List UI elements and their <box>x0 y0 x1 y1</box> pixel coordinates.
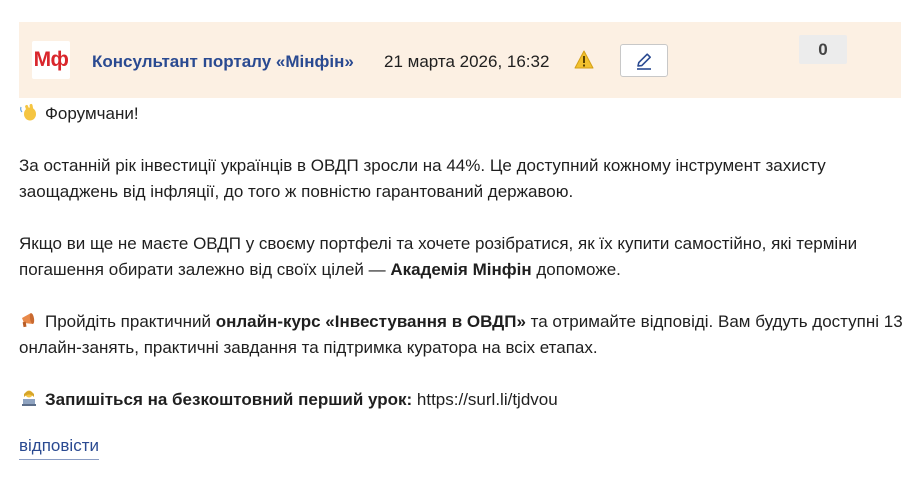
logo-text: Мф <box>33 48 69 71</box>
megaphone-icon <box>22 313 35 328</box>
author-name-link[interactable]: Консультант порталу «Мінфін» <box>92 52 354 72</box>
paragraph-2-end: допоможе. <box>531 260 621 279</box>
paragraph-3: Пройдіть практичний онлайн-курс «Інвесту… <box>19 309 904 361</box>
greeting-text: Форумчани! <box>45 104 139 123</box>
author-avatar[interactable]: Мф <box>32 41 70 79</box>
edit-button[interactable] <box>620 44 668 77</box>
paragraph-2: Якщо ви ще не маєте ОВДП у своєму портфе… <box>19 231 904 283</box>
academy-name: Академія Мінфін <box>390 260 532 279</box>
post-score: 0 <box>799 35 847 64</box>
post-header: Мф Консультант порталу «Мінфін» 21 марта… <box>19 22 901 98</box>
pencil-icon <box>637 52 651 70</box>
forum-post: Мф Консультант порталу «Мінфін» 21 марта… <box>0 0 917 485</box>
person-at-laptop-icon <box>22 390 36 406</box>
reply-link[interactable]: відповісти <box>19 436 99 460</box>
paragraph-1: За останній рік інвестиції українців в О… <box>19 156 826 201</box>
post-body: Форумчани! За останній рік інвестиції ук… <box>19 101 904 439</box>
post-date: 21 марта 2026, 16:32 <box>384 52 550 71</box>
warning-icon[interactable] <box>574 50 594 69</box>
signup-label: Запишіться на безкоштовний перший урок: <box>45 390 413 409</box>
paragraph-4: Запишіться на безкоштовний перший урок: … <box>19 387 904 413</box>
course-name: онлайн-курс «Інвестування в ОВДП» <box>215 312 526 331</box>
paragraph-3-text: Пройдіть практичний <box>45 312 216 331</box>
waving-hand-icon <box>20 103 36 121</box>
greeting-line: Форумчани! <box>19 101 904 127</box>
signup-url[interactable]: https://surl.li/tjdvou <box>412 390 558 409</box>
